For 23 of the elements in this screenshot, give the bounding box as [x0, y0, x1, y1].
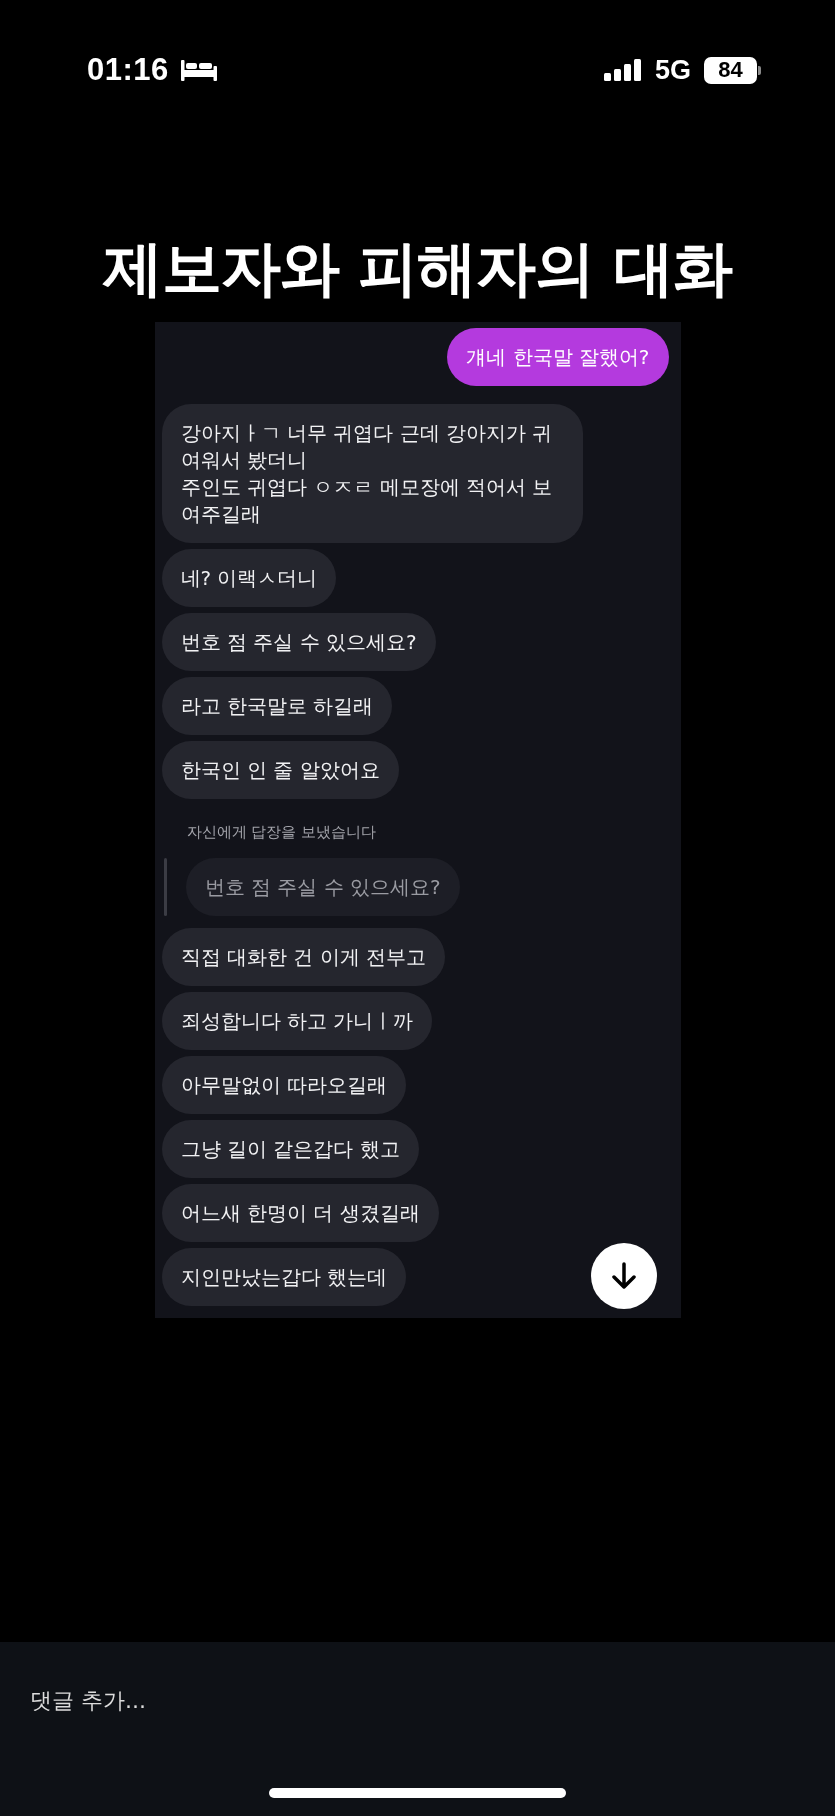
comment-input[interactable]: 댓글 추가... — [30, 1680, 730, 1720]
received-message-bubble: 강아지ㅏㄱ 너무 귀엽다 근데 강아지가 귀여워서 봤더니 주인도 귀엽다 ㅇㅈㄹ 메모장에 적어서 보여주길래 — [161, 404, 583, 543]
received-message-bubble: 어느새 한명이 더 생겼길래 — [161, 1184, 439, 1242]
network-type: 5G — [654, 54, 691, 86]
page-title: 제보자와 피해자의 대화 — [101, 232, 734, 304]
received-message-bubble: 한국인 인 줄 알았어요 — [161, 741, 399, 799]
signal-icon — [603, 59, 642, 81]
received-message-bubble: 번호 점 주실 수 있으세요? — [161, 613, 436, 671]
sent-message-bubble: 걔네 한국말 잘했어? — [447, 328, 669, 386]
received-message-bubble: 죄성합니다 하고 가니ㅣ까 — [161, 992, 433, 1050]
quoted-message-bubble: 번호 점 주실 수 있으세요? — [185, 858, 460, 916]
received-message-bubble: 지인만났는갑다 했는데 — [161, 1248, 406, 1306]
received-message-bubble: 아무말없이 따라오길래 — [161, 1056, 406, 1114]
reply-notice: 자신에게 답장을 보냈습니다 — [186, 822, 378, 842]
received-message-bubble: 라고 한국말로 하길래 — [161, 677, 393, 735]
received-message-bubble: 그냥 길이 같은갑다 했고 — [161, 1120, 419, 1178]
quote-bar — [163, 858, 167, 916]
received-message-bubble: 직접 대화한 건 이게 전부고 — [161, 928, 445, 986]
bed-icon — [180, 59, 217, 81]
received-message-bubble: 네? 이랙ㅅ더니 — [161, 549, 337, 607]
down-arrow-icon — [611, 1262, 636, 1290]
status-time: 01:16 — [87, 52, 169, 88]
battery-indicator: 84 — [704, 56, 761, 84]
